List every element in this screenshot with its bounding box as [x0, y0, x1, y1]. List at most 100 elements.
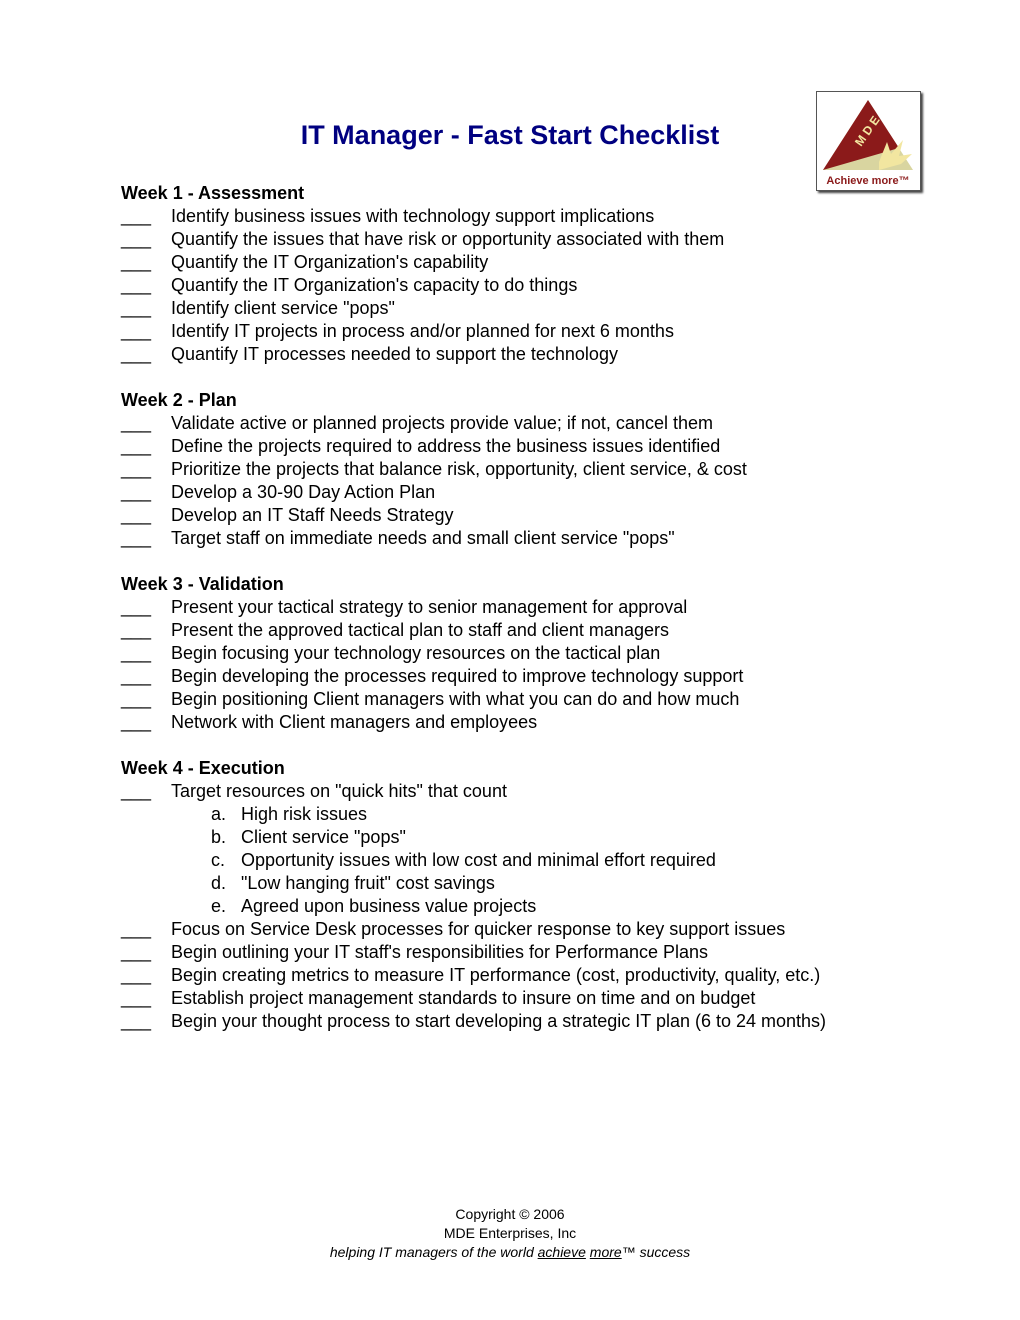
- checkbox-blank[interactable]: ___: [121, 596, 171, 619]
- checkbox-blank[interactable]: ___: [121, 619, 171, 642]
- checklist-item: ___ Target staff on immediate needs and s…: [121, 527, 941, 550]
- item-text: Quantify the issues that have risk or op…: [171, 229, 725, 249]
- checkbox-blank[interactable]: ___: [121, 504, 171, 527]
- item-text: Focus on Service Desk processes for quic…: [171, 919, 786, 939]
- subitem-text: Client service "pops": [241, 827, 406, 847]
- tagline-more: more: [589, 1244, 622, 1260]
- checklist-item: ___ Define the projects required to addre…: [121, 435, 941, 458]
- mde-logo: M D E Achieve more™: [816, 91, 921, 191]
- item-text: Quantify IT processes needed to support …: [171, 344, 618, 364]
- checkbox-blank[interactable]: ___: [121, 688, 171, 711]
- checklist-item: ___ Develop an IT Staff Needs Strategy: [121, 504, 941, 527]
- subitem-label: b.: [211, 827, 227, 847]
- item-text: Identify business issues with technology…: [171, 206, 655, 226]
- checkbox-blank[interactable]: ___: [121, 481, 171, 504]
- logo-triangle-icon: M D E Achieve more™: [817, 92, 920, 190]
- checklist-section: Week 1 - Assessment ___ Identify business …: [121, 182, 941, 366]
- checklist-item: ___ Begin focusing your technology resour…: [121, 642, 941, 665]
- checklist-item: ___ Quantify IT processes needed to suppo…: [121, 343, 941, 366]
- checklist-item: ___ Quantify the IT Organization's capaci…: [121, 274, 941, 297]
- checklist-item: ___ Identify client service "pops": [121, 297, 941, 320]
- checkbox-blank[interactable]: ___: [121, 251, 171, 274]
- checkbox-blank[interactable]: ___: [121, 274, 171, 297]
- checklist-section: Week 3 - Validation ___ Present your tacti…: [121, 573, 941, 734]
- checklist-item: ___ Identify IT projects in process and/o…: [121, 320, 941, 343]
- item-text: Begin developing the processes required …: [171, 666, 744, 686]
- checkbox-blank[interactable]: ___: [121, 320, 171, 343]
- checklist-section: Week 4 - Execution ___ Target resources on…: [121, 757, 941, 1033]
- checkbox-blank[interactable]: ___: [121, 665, 171, 688]
- section-heading: Week 2 - Plan: [121, 390, 237, 410]
- item-text: Network with Client managers and employe…: [171, 712, 538, 732]
- item-text: Target staff on immediate needs and smal…: [171, 528, 675, 548]
- checklist-subitem: a. High risk issues: [121, 803, 941, 826]
- checkbox-blank[interactable]: ___: [121, 987, 171, 1010]
- item-text: Begin outlining your IT staff's responsi…: [171, 942, 709, 962]
- checklist-item: ___ Begin outlining your IT staff's respo…: [121, 941, 941, 964]
- checkbox-blank[interactable]: ___: [121, 412, 171, 435]
- footer: Copyright © 2006 MDE Enterprises, Inc he…: [0, 1205, 1020, 1262]
- subitem-label: c.: [211, 850, 226, 870]
- checklist-subitem: c. Opportunity issues with low cost and m…: [121, 849, 941, 872]
- checklist-item: ___ Begin positioning Client managers wit…: [121, 688, 941, 711]
- subitem-label: e.: [211, 896, 227, 916]
- item-text: Develop a 30-90 Day Action Plan: [171, 482, 436, 502]
- tagline: helping IT managers of the world achieve…: [329, 1244, 691, 1260]
- checklist-item: ___ Establish project management standard…: [121, 987, 941, 1010]
- checklist-item: ___ Target resources on "quick hits" that…: [121, 780, 941, 803]
- checkbox-blank[interactable]: ___: [121, 343, 171, 366]
- section-heading: Week 3 - Validation: [121, 574, 284, 594]
- item-text: Begin positioning Client managers with w…: [171, 689, 740, 709]
- checklist-section: Week 2 - Plan ___ Validate active or plann…: [121, 389, 941, 550]
- checkbox-blank[interactable]: ___: [121, 642, 171, 665]
- checkbox-blank[interactable]: ___: [121, 964, 171, 987]
- item-text: Prioritize the projects that balance ris…: [171, 459, 747, 479]
- item-text: Begin focusing your technology resources…: [171, 643, 661, 663]
- checkbox-blank[interactable]: ___: [121, 941, 171, 964]
- item-text: Identify IT projects in process and/or p…: [171, 321, 674, 341]
- checklist-item: ___ Present your tactical strategy to sen…: [121, 596, 941, 619]
- checklist-item: ___ Quantify the IT Organization's capabi…: [121, 251, 941, 274]
- copyright: Copyright © 2006: [455, 1206, 565, 1222]
- checklist-item: ___ Quantify the issues that have risk or…: [121, 228, 941, 251]
- checkbox-blank[interactable]: ___: [121, 435, 171, 458]
- item-text: Validate active or planned projects prov…: [171, 413, 713, 433]
- item-text: Present your tactical strategy to senior…: [171, 597, 688, 617]
- company-name: MDE Enterprises, Inc: [443, 1225, 577, 1241]
- item-text: Quantify the IT Organization's capabilit…: [171, 252, 489, 272]
- checkbox-blank[interactable]: ___: [121, 711, 171, 734]
- checklist-subitem: e. Agreed upon business value projects: [121, 895, 941, 918]
- checklist-item: ___ Prioritize the projects that balance …: [121, 458, 941, 481]
- checkbox-blank[interactable]: ___: [121, 1010, 171, 1033]
- tagline-achieve: achieve: [537, 1244, 586, 1260]
- checklist-item: ___ Present the approved tactical plan to…: [121, 619, 941, 642]
- checklist-item: ___ Identify business issues with technol…: [121, 205, 941, 228]
- section-heading: Week 1 - Assessment: [121, 183, 305, 203]
- checkbox-blank[interactable]: ___: [121, 297, 171, 320]
- subitem-label: a.: [211, 804, 227, 824]
- checkbox-blank[interactable]: ___: [121, 527, 171, 550]
- checklist-subitem: b. Client service "pops": [121, 826, 941, 849]
- checkbox-blank[interactable]: ___: [121, 205, 171, 228]
- item-text: Establish project management standards t…: [171, 988, 756, 1008]
- checklist-item: ___ Develop a 30-90 Day Action Plan: [121, 481, 941, 504]
- checklist-subitem: d. "Low hanging fruit" cost savings: [121, 872, 941, 895]
- checklist-item: ___ Begin your thought process to start d…: [121, 1010, 941, 1033]
- checklist-item: ___ Begin developing the processes requir…: [121, 665, 941, 688]
- checkbox-blank[interactable]: ___: [121, 780, 171, 803]
- section-heading: Week 4 - Execution: [121, 758, 285, 778]
- subitem-text: "Low hanging fruit" cost savings: [241, 873, 495, 893]
- subitem-label: d.: [211, 873, 227, 893]
- item-text: Quantify the IT Organization's capacity …: [171, 275, 578, 295]
- item-text: Identify client service "pops": [171, 298, 395, 318]
- item-text: Define the projects required to address …: [171, 436, 721, 456]
- checkbox-blank[interactable]: ___: [121, 228, 171, 251]
- item-text: Begin creating metrics to measure IT per…: [171, 965, 821, 985]
- checkbox-blank[interactable]: ___: [121, 918, 171, 941]
- checkbox-blank[interactable]: ___: [121, 458, 171, 481]
- item-text: Present the approved tactical plan to st…: [171, 620, 669, 640]
- checklist-item: ___ Begin creating metrics to measure IT …: [121, 964, 941, 987]
- subitem-text: Opportunity issues with low cost and min…: [241, 850, 716, 870]
- item-text: Begin your thought process to start deve…: [171, 1011, 827, 1031]
- checklist: Week 1 - Assessment ___ Identify business …: [121, 182, 941, 1056]
